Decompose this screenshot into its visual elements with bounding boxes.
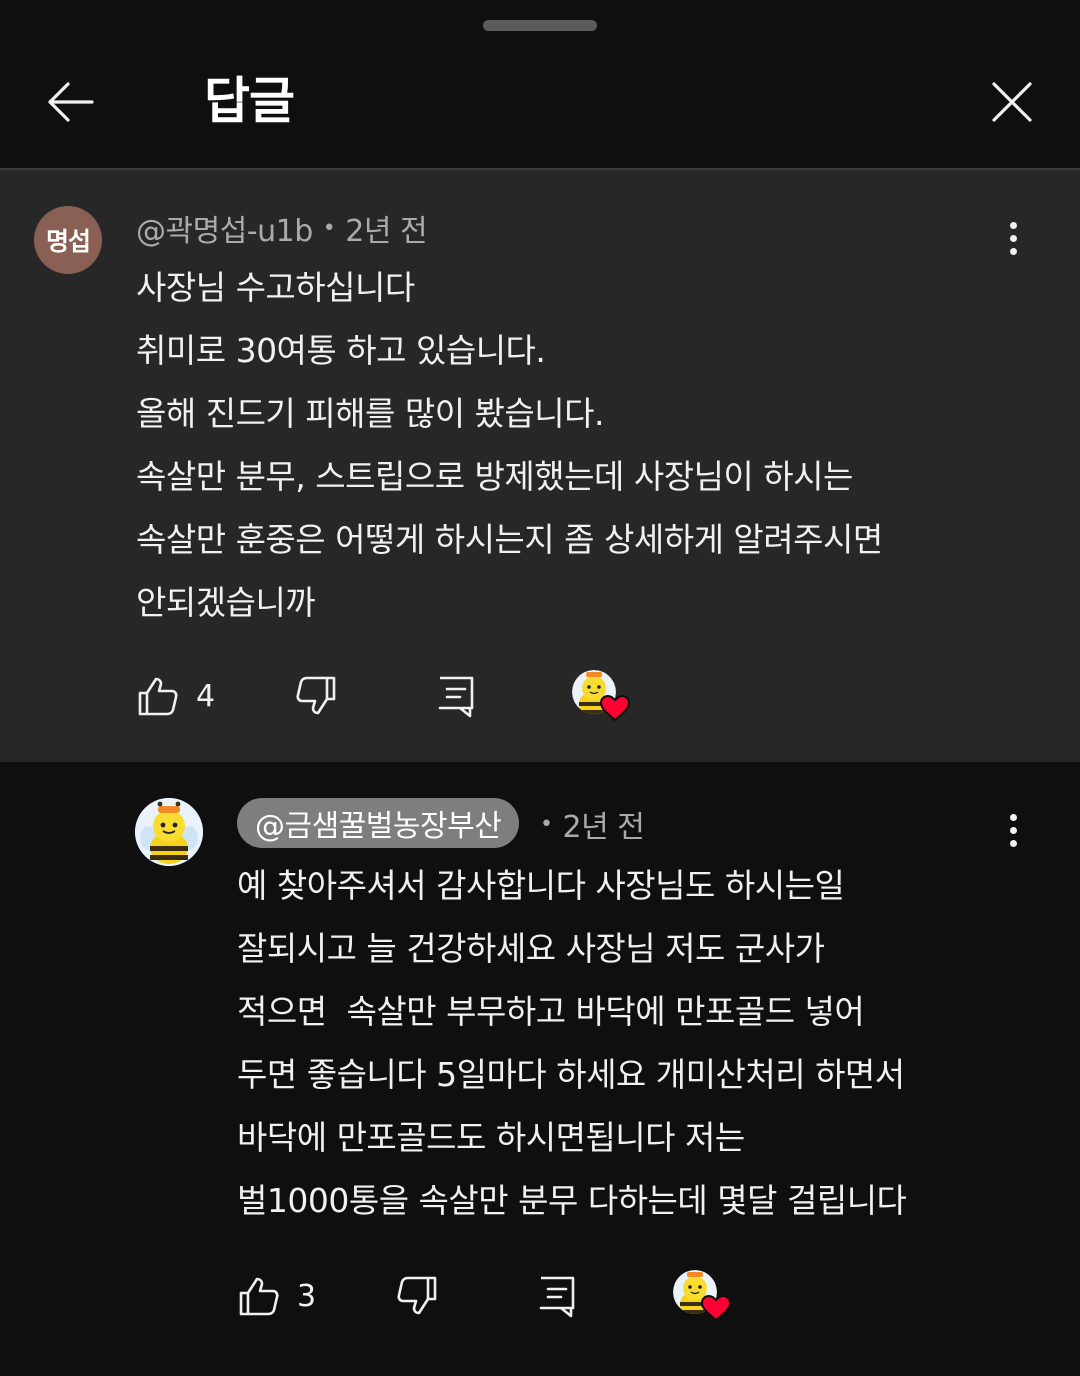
comment-text: 예 찾아주셔서 감사합니다 사장님도 하시는일잘되시고 늘 건강하세요 사장님 … [237, 854, 907, 1232]
drag-handle[interactable] [483, 20, 597, 31]
meta-separator: • [322, 215, 336, 241]
back-button[interactable] [30, 62, 110, 142]
comment-meta: • 2년 전 [540, 802, 645, 846]
comment-line: 취미로 30여통 하고 있습니다. [136, 331, 546, 370]
close-button[interactable] [972, 62, 1052, 142]
comment-time[interactable]: 2년 전 [345, 206, 427, 250]
creator-heart-icon [673, 1270, 732, 1322]
thumbs-down-icon [296, 676, 336, 715]
thumbs-up-icon [239, 1277, 279, 1316]
like-count: 4 [196, 678, 216, 714]
creator-heart[interactable] [570, 668, 632, 724]
meta-separator: • [540, 811, 553, 837]
reply-icon [438, 676, 474, 718]
more-options-button[interactable] [993, 800, 1033, 860]
avatar[interactable]: 명섭 [34, 206, 102, 274]
comment-line: 속살만 분무, 스트립으로 방제했는데 사장님이 하시는 [136, 457, 853, 496]
more-vertical-icon [1009, 221, 1017, 229]
reply-comment: @금샘꿀벌농장부산 • 2년 전 예 찾아주셔서 감사합니다 사장님도 하시는일… [0, 762, 1080, 1376]
comment-line: 사장님 수고하십니다 [136, 268, 415, 307]
comment-line: 벌1000통을 속살만 분무 다하는데 몇달 걸립니다 [237, 1181, 907, 1220]
comment-line: 안되겠습니까 [136, 583, 316, 622]
replies-sheet: 답글 명섭 @곽명섭-u1b • 2년 전 사장님 수고하십니다취미로 30여통… [0, 0, 1080, 1376]
comment-actions: 4 [136, 666, 656, 726]
like-count: 3 [297, 1278, 317, 1314]
author-name[interactable]: @곽명섭-u1b [136, 206, 313, 250]
comment-meta: @곽명섭-u1b • 2년 전 [136, 206, 428, 250]
arrow-left-icon [48, 82, 94, 122]
like-button[interactable]: 3 [237, 1266, 316, 1326]
more-options-button[interactable] [993, 208, 1033, 268]
comment-line: 올해 진드기 피해를 많이 봤습니다. [136, 394, 604, 433]
comment-line: 두면 좋습니다 5일마다 하세요 개미산처리 하면서 [237, 1055, 905, 1094]
comment-text: 사장님 수고하십니다취미로 30여통 하고 있습니다. 올해 진드기 피해를 많이… [136, 256, 883, 634]
close-icon [992, 82, 1032, 122]
creator-heart-icon [572, 670, 631, 722]
thumbs-up-icon [138, 677, 178, 716]
creator-author-chip[interactable]: @금샘꿀벌농장부산 [237, 798, 520, 848]
reply-button[interactable] [436, 666, 476, 726]
comment-line: 예 찾아주셔서 감사합니다 사장님도 하시는일 [237, 866, 845, 905]
parent-comment: 명섭 @곽명섭-u1b • 2년 전 사장님 수고하십니다취미로 30여통 하고… [0, 170, 1080, 762]
comment-actions: 3 [237, 1266, 757, 1326]
comment-line: 속살만 훈중은 어떻게 하시는지 좀 상세하게 알려주시면 [136, 520, 883, 559]
thumbs-down-icon [397, 1276, 437, 1315]
dislike-button[interactable] [395, 1266, 439, 1326]
bee-avatar-image [135, 798, 203, 866]
like-button[interactable]: 4 [136, 666, 215, 726]
more-vertical-icon [1009, 813, 1017, 821]
reply-icon [539, 1276, 575, 1318]
dislike-button[interactable] [294, 666, 338, 726]
page-title: 답글 [204, 72, 295, 130]
comment-line: 바닥에 만포골드도 하시면됩니다 저는 [237, 1118, 745, 1157]
sheet-header: 답글 [0, 40, 1080, 168]
comment-line: 적으면 속살만 부무하고 바닥에 만포골드 넣어 [237, 992, 865, 1031]
comment-line: 잘되시고 늘 건강하세요 사장님 저도 군사가 [237, 929, 825, 968]
reply-button[interactable] [537, 1266, 577, 1326]
comment-time[interactable]: 2년 전 [562, 802, 644, 846]
avatar[interactable] [135, 798, 203, 866]
creator-heart[interactable] [671, 1268, 733, 1324]
